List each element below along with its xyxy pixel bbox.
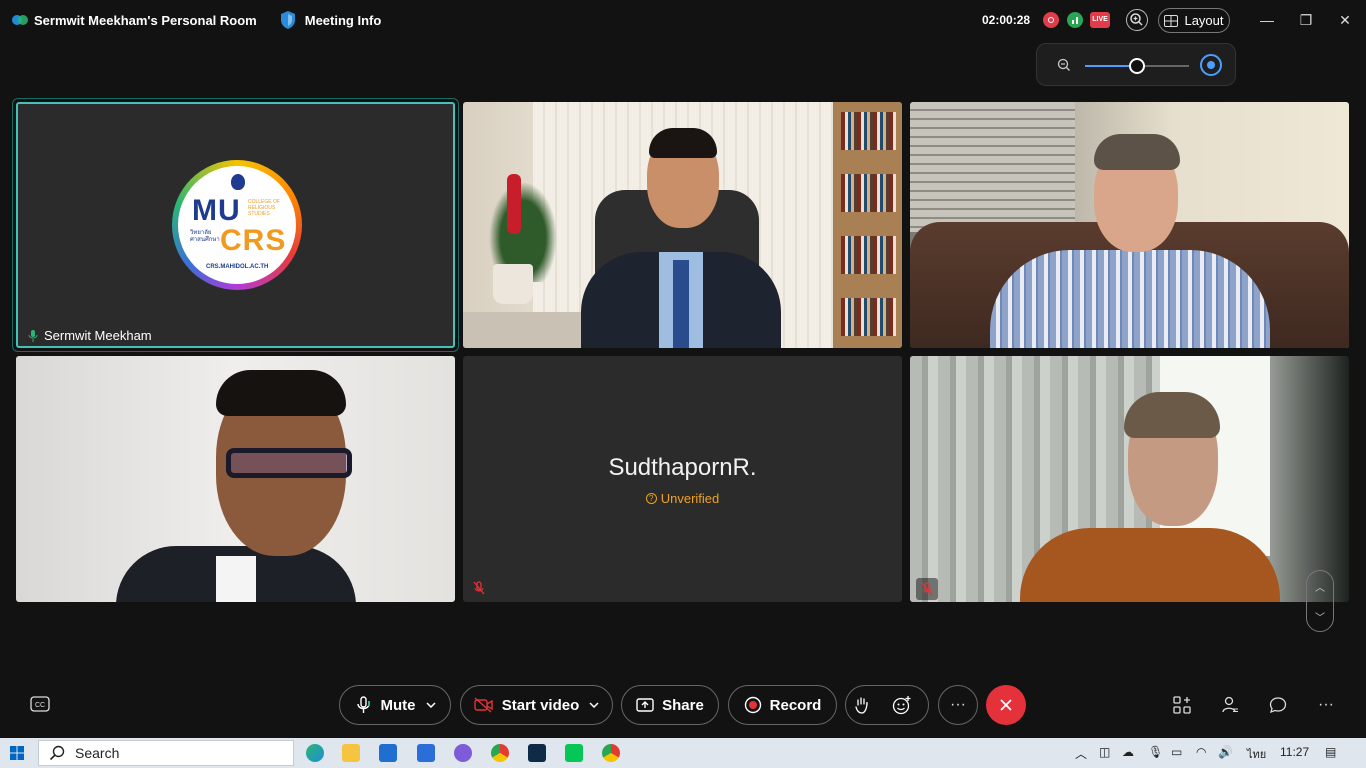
restore-button[interactable]: ❐: [1297, 11, 1315, 29]
tray-battery-icon[interactable]: ▭: [1171, 745, 1182, 759]
video-tile-participant-2[interactable]: [463, 102, 902, 348]
layout-button[interactable]: Layout: [1158, 8, 1230, 33]
mucrs-logo: MU COLLEGE OF RELIGIOUS STUDIES วิทยาลัย…: [172, 160, 302, 290]
raise-hand-icon[interactable]: [854, 696, 870, 714]
zoom-out-icon[interactable]: [1057, 58, 1071, 72]
title-bar: Sermwit Meekham's Personal Room Meeting …: [0, 0, 1366, 40]
tray-volume-icon[interactable]: 🔊: [1218, 745, 1233, 759]
file-explorer-icon[interactable]: [342, 744, 360, 762]
zoom-popover: [1036, 43, 1236, 86]
zoom-fit-icon[interactable]: [1200, 54, 1222, 76]
windows-start-icon[interactable]: [10, 746, 24, 760]
recording-indicator-icon[interactable]: [1043, 12, 1059, 28]
share-screen-icon: [636, 698, 654, 712]
chat-button[interactable]: [1268, 695, 1288, 715]
question-icon: ?: [645, 493, 657, 504]
zoom-slider[interactable]: [1085, 58, 1189, 74]
leave-meeting-button[interactable]: [986, 685, 1026, 725]
participants-icon: [1222, 696, 1238, 713]
start-video-button[interactable]: Start video: [460, 685, 613, 725]
mail-icon[interactable]: [417, 744, 435, 762]
store-icon[interactable]: [379, 744, 397, 762]
emoji-reaction-icon[interactable]: [892, 695, 912, 715]
line-icon[interactable]: [565, 744, 583, 762]
closed-captions-icon[interactable]: CC: [30, 696, 50, 712]
zoom-toggle-button[interactable]: [1126, 9, 1148, 31]
taskbar-search-input[interactable]: Search: [38, 740, 294, 766]
tray-onedrive-icon[interactable]: ☁: [1122, 745, 1134, 759]
tray-notifications-icon[interactable]: ▤: [1325, 745, 1336, 759]
page-down-button[interactable]: ﹀: [1307, 609, 1333, 624]
chrome-icon[interactable]: [491, 744, 509, 762]
minimize-button[interactable]: —: [1258, 11, 1276, 29]
chrome-profile-icon[interactable]: [602, 744, 620, 762]
more-panels-button[interactable]: ···: [1316, 695, 1336, 715]
edge-browser-icon[interactable]: [306, 744, 324, 762]
reactions-group: [845, 685, 929, 725]
webex-taskbar-icon[interactable]: [528, 744, 546, 762]
meeting-info-button[interactable]: Meeting Info: [279, 10, 382, 30]
mute-button[interactable]: Mute: [339, 685, 451, 725]
share-button[interactable]: Share: [621, 685, 719, 725]
tray-chevron-up-icon[interactable]: ︿: [1075, 745, 1087, 762]
signal-bars-icon: [1072, 17, 1078, 24]
search-icon: [49, 745, 65, 761]
meeting-timer: 02:00:28: [982, 13, 1031, 27]
participant-name-label: Sermwit Meekham: [28, 328, 152, 343]
microphone-muted-icon: [916, 578, 938, 600]
live-badge[interactable]: LIVE: [1090, 12, 1110, 28]
zoom-slider-handle[interactable]: [1129, 58, 1145, 74]
more-options-button[interactable]: ···: [938, 685, 978, 725]
tray-wifi-icon[interactable]: ◠: [1196, 745, 1206, 759]
video-tile-participant-6[interactable]: [910, 356, 1349, 602]
tray-microphone-icon[interactable]: 🎙: [1148, 745, 1163, 759]
tray-clock[interactable]: 11:27: [1280, 745, 1309, 759]
shield-icon: [280, 11, 295, 29]
search-placeholder: Search: [75, 745, 120, 761]
chevron-down-icon[interactable]: [425, 702, 436, 708]
record-button[interactable]: Record: [728, 685, 837, 725]
microphone-icon: [356, 696, 370, 713]
layout-label: Layout: [1184, 13, 1224, 28]
connection-indicator-icon[interactable]: [1067, 12, 1083, 28]
meeting-info-label: Meeting Info: [304, 12, 382, 28]
layout-grid-icon: [1164, 14, 1179, 27]
svg-text:CC: CC: [35, 702, 45, 709]
webex-logo-icon: [12, 15, 28, 25]
windows-taskbar: Search ︿ ◫ ☁ 🎙 ▭ ◠ 🔊 ไทย 11:27 ▤: [0, 738, 1366, 768]
grid-pager: ︿ ﹀: [1306, 570, 1334, 632]
video-tile-participant-3[interactable]: [910, 102, 1349, 348]
app-icon[interactable]: [454, 744, 472, 762]
chat-bubble-icon: [1269, 697, 1287, 714]
room-title: Sermwit Meekham's Personal Room: [34, 12, 257, 28]
apps-icon: [1173, 696, 1191, 714]
participant-name: SudthapornR.: [608, 454, 757, 481]
zoom-in-icon: [1130, 13, 1143, 26]
tray-language[interactable]: ไทย: [1247, 745, 1266, 763]
tray-webcam-icon[interactable]: ◫: [1099, 745, 1110, 759]
video-off-icon: [474, 697, 493, 713]
close-window-button[interactable]: ✕: [1336, 11, 1354, 29]
participants-button[interactable]: [1220, 695, 1240, 715]
record-icon: [744, 696, 761, 714]
chevron-down-icon[interactable]: [589, 702, 599, 708]
video-tile-sermwit[interactable]: MU COLLEGE OF RELIGIOUS STUDIES วิทยาลัย…: [16, 102, 455, 348]
video-tile-participant-4[interactable]: [16, 356, 455, 602]
university-seal-icon: [231, 174, 245, 190]
close-icon: [1000, 699, 1012, 711]
microphone-muted-icon: [473, 581, 485, 595]
webex-meeting-window: Sermwit Meekham's Personal Room Meeting …: [0, 0, 1366, 738]
apps-button[interactable]: [1172, 695, 1192, 715]
title-left: Sermwit Meekham's Personal Room Meeting …: [12, 10, 381, 30]
unverified-badge: ? Unverified: [463, 491, 902, 506]
microphone-active-icon: [28, 329, 38, 342]
page-up-button[interactable]: ︿: [1307, 579, 1333, 594]
video-tile-sudthaporn[interactable]: SudthapornR. ? Unverified: [463, 356, 902, 602]
